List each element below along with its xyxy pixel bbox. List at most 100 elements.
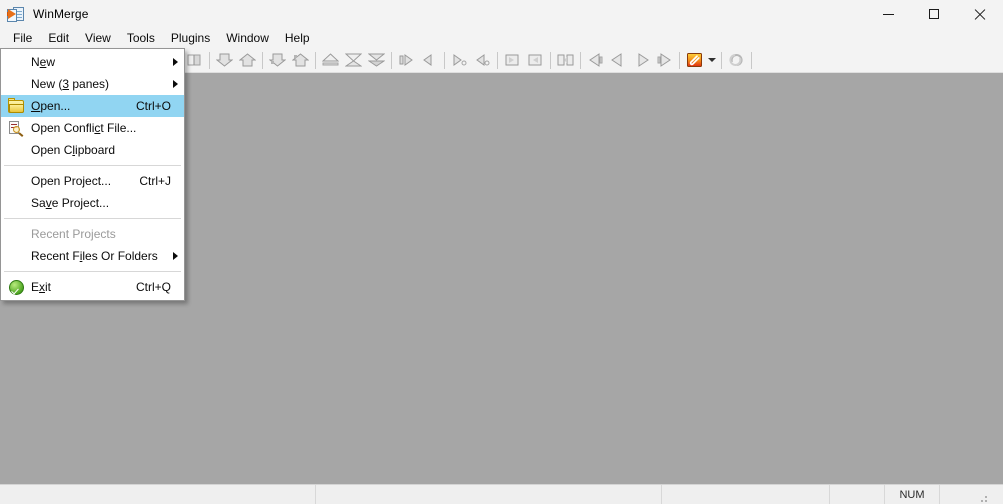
file-menu-popup: New New (3 panes) Open... Ctrl+O Open Co… — [0, 48, 185, 301]
menubar-item-window[interactable]: Window — [218, 29, 277, 48]
menu-item-accel-open-project: Ctrl+J — [139, 174, 184, 188]
minimize-button[interactable] — [865, 0, 911, 28]
maximize-button[interactable] — [911, 0, 957, 28]
menu-item-new[interactable]: New — [1, 51, 184, 73]
menu-item-label-open-project: Open Project... — [31, 174, 139, 188]
menu-item-label-open: Open... — [31, 99, 136, 113]
statusbar-pane-4 — [830, 485, 885, 504]
menu-item-icon-placeholder — [1, 223, 31, 245]
next-conflict-icon — [656, 52, 673, 68]
menu-separator — [4, 165, 181, 166]
prev-conflict-icon — [587, 52, 604, 68]
menu-item-save-project[interactable]: Save Project... — [1, 192, 184, 214]
menubar-item-edit[interactable]: Edit — [40, 29, 77, 48]
menubar-item-view[interactable]: View — [77, 29, 119, 48]
menu-item-icon-placeholder — [1, 73, 31, 95]
chevron-down-icon[interactable] — [706, 49, 718, 71]
menubar-item-plugins[interactable]: Plugins — [163, 29, 218, 48]
toolbar-separator — [497, 52, 498, 69]
copy-right-icon — [216, 52, 233, 68]
menu-item-label-open-conflict-file: Open Conflict File... — [31, 121, 171, 135]
compare-selection-icon — [557, 52, 574, 68]
toolbar-copy-left-advance-button[interactable] — [289, 49, 312, 71]
menu-item-open-conflict-file[interactable]: Open Conflict File... — [1, 117, 184, 139]
menu-item-label-new-3-panes: New (3 panes) — [31, 77, 166, 91]
toolbar-next-conflict-button[interactable] — [653, 49, 676, 71]
toolbar-separator — [444, 52, 445, 69]
toolbar-copy-right-advance-button[interactable] — [266, 49, 289, 71]
toolbar-copy-all-to-left-button[interactable] — [342, 49, 365, 71]
menu-item-icon-placeholder — [1, 139, 31, 161]
first-difference-icon — [398, 52, 415, 68]
toolbar-copy-right-button[interactable] — [213, 49, 236, 71]
window-controls — [865, 0, 1003, 28]
menubar-item-help[interactable]: Help — [277, 29, 318, 48]
menu-item-label-new: New — [31, 55, 166, 69]
copy-all-down-icon — [368, 52, 385, 68]
copy-left-and-advance-icon — [292, 52, 309, 68]
toolbar-new-compare-button[interactable] — [183, 49, 206, 71]
toolbar-next-diff-pane-button[interactable] — [630, 49, 653, 71]
toolbar-plugins-options-button[interactable] — [683, 49, 706, 71]
toolbar-separator — [391, 52, 392, 69]
menu-item-icon-placeholder — [1, 192, 31, 214]
new-compare-icon — [186, 52, 203, 68]
menu-item-recent-files-or-folders[interactable]: Recent Files Or Folders — [1, 245, 184, 267]
toolbar-separator — [315, 52, 316, 69]
menu-item-icon-placeholder — [1, 51, 31, 73]
next-difference-icon — [451, 52, 468, 68]
menu-separator — [4, 218, 181, 219]
menu-item-label-recent-projects: Recent Projects — [31, 227, 184, 241]
toolbar-copy-all-to-right-button[interactable] — [319, 49, 342, 71]
plugins-options-icon — [686, 52, 703, 68]
resize-grip-icon[interactable] — [975, 485, 989, 504]
minimize-icon — [883, 14, 894, 15]
toolbar-merge-left-button[interactable] — [524, 49, 547, 71]
menu-item-accel-exit: Ctrl+Q — [136, 280, 184, 294]
refresh-icon — [728, 52, 745, 68]
status-bar: NUM — [0, 484, 1003, 504]
toolbar-last-difference-button[interactable] — [471, 49, 494, 71]
menu-item-label-save-project: Save Project... — [31, 196, 171, 210]
menu-bar: File Edit View Tools Plugins Window Help — [0, 28, 1003, 48]
toolbar-first-difference-button[interactable] — [395, 49, 418, 71]
submenu-arrow-icon — [166, 80, 184, 88]
statusbar-pane-6 — [940, 485, 989, 504]
menu-item-open-project[interactable]: Open Project... Ctrl+J — [1, 170, 184, 192]
menubar-item-tools[interactable]: Tools — [119, 29, 163, 48]
copy-left-icon — [239, 52, 256, 68]
merge-right-icon — [504, 52, 521, 68]
menu-item-recent-projects: Recent Projects — [1, 223, 184, 245]
submenu-arrow-icon — [166, 252, 184, 260]
winmerge-icon — [7, 6, 24, 23]
toolbar-copy-left-button[interactable] — [236, 49, 259, 71]
menu-item-open-clipboard[interactable]: Open Clipboard — [1, 139, 184, 161]
toolbar-next-difference-button[interactable] — [448, 49, 471, 71]
menu-item-new-3-panes[interactable]: New (3 panes) — [1, 73, 184, 95]
toolbar-separator — [679, 52, 680, 69]
submenu-arrow-icon — [166, 58, 184, 66]
toolbar-prev-conflict-button[interactable] — [584, 49, 607, 71]
toolbar-separator — [209, 52, 210, 69]
toolbar-compare-selection-button[interactable] — [554, 49, 577, 71]
close-button[interactable] — [957, 0, 1003, 28]
menubar-item-file[interactable]: File — [5, 29, 40, 48]
toolbar-copy-all-down-button[interactable] — [365, 49, 388, 71]
menu-separator — [4, 271, 181, 272]
close-icon — [974, 8, 986, 20]
menu-item-icon-placeholder — [1, 245, 31, 267]
last-difference-icon — [474, 52, 491, 68]
toolbar-prev-diff-pane-button[interactable] — [607, 49, 630, 71]
winmerge-window: WinMerge File Edit View Tools Plugins Wi… — [0, 0, 1003, 504]
menu-item-open[interactable]: Open... Ctrl+O — [1, 95, 184, 117]
toolbar-previous-difference-button[interactable] — [418, 49, 441, 71]
toolbar-refresh-button[interactable] — [725, 49, 748, 71]
menu-item-exit[interactable]: Exit Ctrl+Q — [1, 276, 184, 298]
menu-item-label-recent-files-or-folders: Recent Files Or Folders — [31, 249, 166, 263]
menu-item-label-open-clipboard: Open Clipboard — [31, 143, 171, 157]
window-title: WinMerge — [33, 7, 88, 21]
copy-all-to-left-icon — [345, 52, 362, 68]
toolbar-separator — [721, 52, 722, 69]
copy-right-and-advance-icon — [269, 52, 286, 68]
toolbar-merge-right-button[interactable] — [501, 49, 524, 71]
